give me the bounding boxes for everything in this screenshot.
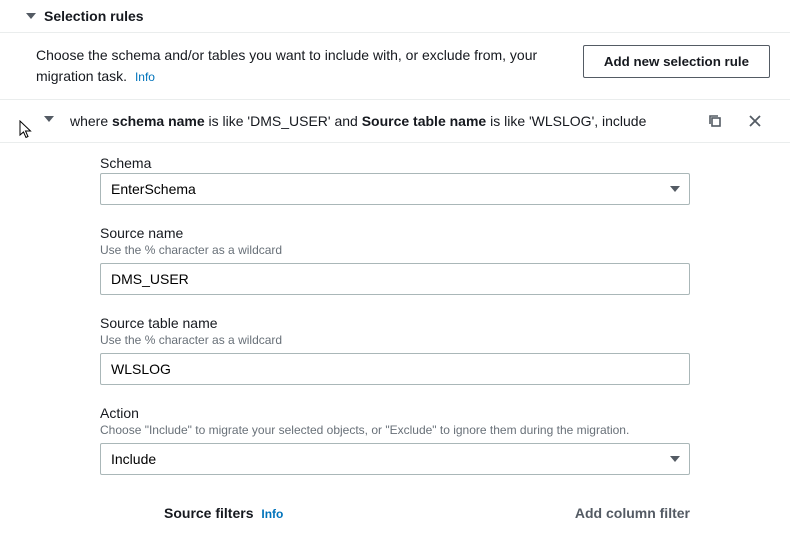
- rule-actions: [706, 110, 770, 130]
- source-table-hint: Use the % character as a wildcard: [100, 333, 690, 347]
- source-name-label: Source name: [100, 225, 690, 241]
- rule-table-clause: is like 'WLSLOG', include: [486, 113, 646, 129]
- action-hint: Choose "Include" to migrate your selecte…: [100, 423, 690, 437]
- source-name-hint: Use the % character as a wildcard: [100, 243, 690, 257]
- intro-text-content: Choose the schema and/or tables you want…: [36, 47, 537, 84]
- rule-summary-row: where schema name is like 'DMS_USER' and…: [0, 99, 790, 143]
- field-schema: Schema: [100, 155, 690, 205]
- action-label: Action: [100, 405, 690, 421]
- copy-icon[interactable]: [706, 112, 724, 130]
- source-table-label: Source table name: [100, 315, 690, 331]
- field-action: Action Choose "Include" to migrate your …: [100, 405, 690, 475]
- rule-table-label: Source table name: [362, 113, 487, 129]
- intro-row: Choose the schema and/or tables you want…: [0, 33, 790, 99]
- source-filters-label: Source filters: [164, 505, 253, 521]
- footer-row: Source filters Info Add column filter: [0, 495, 790, 527]
- rule-schema-clause: is like 'DMS_USER' and: [205, 113, 362, 129]
- source-name-input[interactable]: [100, 263, 690, 295]
- caret-down-icon[interactable]: [44, 116, 54, 122]
- action-select[interactable]: [100, 443, 690, 475]
- field-source-table: Source table name Use the % character as…: [100, 315, 690, 385]
- info-link[interactable]: Info: [261, 507, 283, 521]
- rule-schema-label: schema name: [112, 113, 205, 129]
- add-selection-rule-button[interactable]: Add new selection rule: [583, 45, 770, 78]
- field-source-name: Source name Use the % character as a wil…: [100, 225, 690, 295]
- rule-prefix: where: [70, 113, 112, 129]
- close-icon[interactable]: [746, 112, 764, 130]
- info-link[interactable]: Info: [135, 70, 155, 84]
- schema-select[interactable]: [100, 173, 690, 205]
- action-select-wrap: [100, 443, 690, 475]
- add-column-filter-button[interactable]: Add column filter: [575, 505, 690, 521]
- caret-down-icon: [26, 13, 36, 19]
- schema-select-wrap: [100, 173, 690, 205]
- rule-summary-text: where schema name is like 'DMS_USER' and…: [70, 110, 706, 132]
- source-table-input[interactable]: [100, 353, 690, 385]
- section-header[interactable]: Selection rules: [0, 0, 790, 33]
- source-filters-header: Source filters Info: [100, 505, 283, 521]
- rule-form: Schema Source name Use the % character a…: [0, 143, 790, 475]
- intro-text: Choose the schema and/or tables you want…: [36, 45, 571, 87]
- section-title: Selection rules: [44, 8, 144, 24]
- schema-label: Schema: [100, 155, 690, 171]
